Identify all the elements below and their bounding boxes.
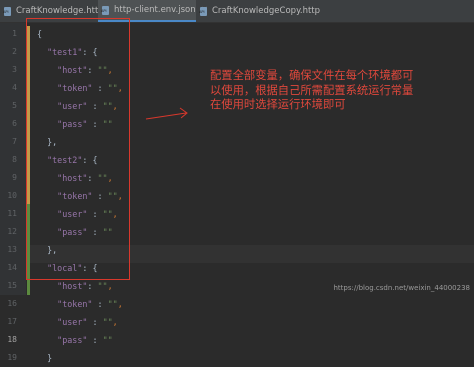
code-token: "" bbox=[102, 335, 113, 345]
line-number: 18 bbox=[7, 335, 17, 344]
code-token: : bbox=[92, 299, 108, 309]
code-token: "" bbox=[102, 317, 113, 327]
annotation-line: 以使用，根据自己所需配置系统运行常量 bbox=[210, 83, 414, 97]
code-line: } bbox=[37, 349, 52, 367]
code-token: "" bbox=[107, 299, 118, 309]
line-number: 16 bbox=[7, 299, 17, 308]
annotation-line: 配置全部变量，确保文件在每个环境都可 bbox=[210, 69, 414, 82]
code-line: "user" : "", bbox=[37, 313, 118, 331]
line-number: 19 bbox=[7, 353, 17, 362]
code-token: "user" bbox=[37, 317, 88, 327]
annotation-text: 配置全部变量，确保文件在每个环境都可 以使用，根据自己所需配置系统运行常量 在使… bbox=[210, 69, 460, 113]
watermark: https://blog.csdn.net/weixin_44000238 bbox=[333, 284, 470, 292]
code-line: "token" : "", bbox=[37, 295, 123, 313]
annotation-line: 在使用时选择运行环境即可 bbox=[210, 98, 346, 111]
code-token: } bbox=[37, 353, 53, 363]
code-token: , bbox=[112, 317, 118, 327]
code-token: , bbox=[117, 299, 123, 309]
code-token: "pass" bbox=[37, 335, 88, 345]
annotation-arrow bbox=[145, 107, 188, 120]
code-line: "pass" : "" bbox=[37, 331, 113, 349]
code-token: : bbox=[87, 317, 103, 327]
code-token: : bbox=[87, 335, 103, 345]
line-number: 17 bbox=[7, 317, 17, 326]
code-token: "token" bbox=[37, 299, 93, 309]
